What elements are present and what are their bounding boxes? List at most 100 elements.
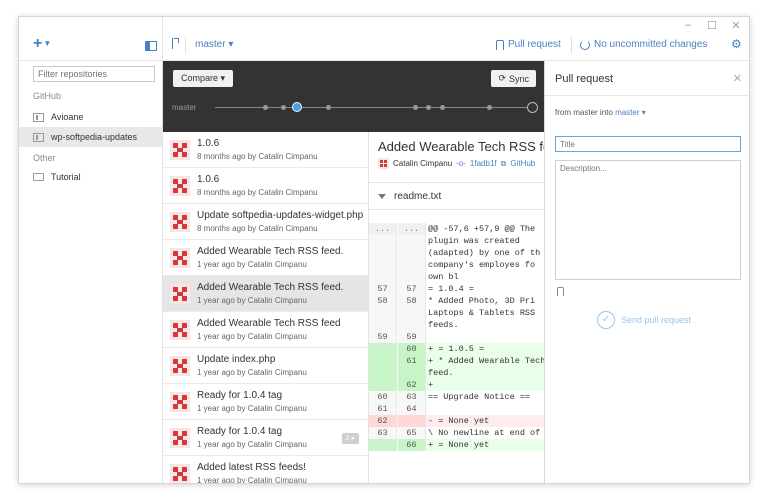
commit-row[interactable]: Ready for 1.0.4 tag 1 year ago by Catali… <box>163 384 368 420</box>
commit-row[interactable]: Update index.php 1 year ago by Catalin C… <box>163 348 368 384</box>
commit-meta: 1 year ago by Catalin Cimpanu <box>197 404 307 413</box>
commit-row-selected[interactable]: Added Wearable Tech RSS feed. 1 year ago… <box>163 276 368 312</box>
divider <box>571 37 572 53</box>
old-line-number <box>369 367 397 379</box>
repo-name: Avioane <box>51 112 84 122</box>
repo-icon <box>33 132 44 142</box>
avatar <box>170 392 190 412</box>
code-text: plugin was created <box>428 236 520 246</box>
repo-item-avioane[interactable]: Avioane <box>19 107 162 127</box>
file-header[interactable]: readme.txt <box>369 182 544 210</box>
new-line-number <box>398 367 426 379</box>
commit-title: 1.0.6 <box>197 138 220 149</box>
filter-repositories-input[interactable] <box>33 66 155 82</box>
toggle-sidebar-icon[interactable] <box>145 41 157 51</box>
repo-item-wp-softpedia-updates[interactable]: wp-softpedia-updates <box>19 127 162 147</box>
timeline-dot[interactable] <box>263 105 268 110</box>
code-text: - = None yet <box>428 416 490 426</box>
old-line-number: 63 <box>369 427 397 439</box>
top-toolbar: master ▾ Pull request No uncommitted cha… <box>163 17 749 61</box>
code-text: == Upgrade Notice == <box>428 392 531 402</box>
diff-line-add: 62 + <box>369 379 544 391</box>
diff-line-add: 66 + = None yet <box>369 439 544 451</box>
diff-line-add: 60 + = 1.0.5 = <box>369 343 544 355</box>
commit-row[interactable]: 1.0.6 8 months ago by Catalin Cimpanu <box>163 168 368 204</box>
commit-row[interactable]: Added Wearable Tech RSS feed 1 year ago … <box>163 312 368 348</box>
diff-line-ctx: feeds. <box>369 319 544 331</box>
target-branch-selector[interactable]: master ▾ <box>615 108 646 117</box>
gear-icon[interactable]: ⚙ <box>731 37 742 51</box>
timeline-dot[interactable] <box>326 105 331 110</box>
commit-row[interactable]: 1.0.6 8 months ago by Catalin Cimpanu <box>163 132 368 168</box>
old-line-number: 60 <box>369 391 397 403</box>
from-label: from <box>555 108 571 117</box>
code-text: own bl <box>428 272 459 282</box>
repo-item-tutorial[interactable]: Tutorial <box>19 167 162 187</box>
avatar <box>170 140 190 160</box>
section-other: Other <box>33 153 56 163</box>
timeline-dot[interactable] <box>440 105 445 110</box>
commit-meta: 1 year ago by Catalin Cimpanu <box>197 476 307 484</box>
diff-line-del: 62 - = None yet <box>369 415 544 427</box>
add-repository-button[interactable]: +▼ <box>33 35 52 53</box>
plus-icon: + <box>33 35 43 53</box>
uncommitted-label: No uncommitted changes <box>594 39 708 50</box>
diff-line-ctx: 59 59 <box>369 331 544 343</box>
commit-row[interactable]: Update softpedia-updates-widget.php 8 mo… <box>163 204 368 240</box>
new-line-number: 65 <box>398 427 426 439</box>
code-text: Laptops & Tablets RSS <box>428 308 536 318</box>
new-line-number <box>398 235 426 247</box>
old-line-number <box>369 319 397 331</box>
diff-line-ctx: 60 63 == Upgrade Notice == <box>369 391 544 403</box>
commit-row[interactable]: Ready for 1.0.4 tag 1 year ago by Catali… <box>163 420 368 456</box>
avatar <box>170 248 190 268</box>
diff-line-ctx: (adapted) by one of th <box>369 247 544 259</box>
commit-meta: 1 year ago by Catalin Cimpanu <box>197 260 307 269</box>
compare-button[interactable]: Compare ▾ <box>173 70 234 87</box>
close-icon[interactable]: ✕ <box>733 72 742 85</box>
old-line-number <box>369 235 397 247</box>
diff-line-hunk: ...... @@ -57,6 +57,9 @@ The <box>369 223 544 235</box>
commit-title: Added Wearable Tech RSS feed <box>197 318 341 329</box>
old-line-number <box>369 439 397 451</box>
commit-row[interactable]: Added latest RSS feeds! 1 year ago by Ca… <box>163 456 368 484</box>
github-link[interactable]: GitHub <box>510 159 535 168</box>
send-pull-request-button[interactable]: ✓ Send pull request <box>597 311 691 329</box>
commit-meta: 1 year ago by Catalin Cimpanu <box>197 296 307 305</box>
diff-line-ctx: own bl <box>369 271 544 283</box>
pull-request-button[interactable]: Pull request <box>496 39 561 50</box>
uncommitted-changes-button[interactable]: No uncommitted changes <box>580 39 707 50</box>
from-branch: master <box>573 108 598 117</box>
commit-title: Added latest RSS feeds! <box>197 462 306 473</box>
pull-request-icon <box>557 287 564 296</box>
code-text: + <box>428 380 434 390</box>
commit-title: Update softpedia-updates-widget.php <box>197 210 364 221</box>
avatar <box>170 284 190 304</box>
pr-description-input[interactable] <box>555 160 741 280</box>
pull-request-label: Pull request <box>508 39 561 50</box>
repo-name: Tutorial <box>51 172 81 182</box>
commit-title: Added Wearable Tech RSS feed. <box>197 282 344 293</box>
app-window: – ☐ ✕ +▼ GitHub Avioane wp-softpedia-upd… <box>18 16 750 484</box>
into-label: into <box>599 108 613 117</box>
branch-selector[interactable]: master ▾ <box>195 39 233 50</box>
avatar <box>378 158 389 169</box>
expand-badge[interactable]: 2 ▸ <box>341 433 359 444</box>
old-line-number: 58 <box>369 295 397 307</box>
timeline-dot[interactable] <box>487 105 492 110</box>
old-line-number <box>369 271 397 283</box>
repo-icon <box>33 112 44 122</box>
commit-sha-link[interactable]: 1fadb1f <box>470 159 497 168</box>
caret-down-icon: ▼ <box>43 39 52 48</box>
commit-row[interactable]: Added Wearable Tech RSS feed. 1 year ago… <box>163 240 368 276</box>
timeline-dot[interactable] <box>413 105 418 110</box>
pr-title-input[interactable] <box>555 136 741 152</box>
commit-meta: 1 year ago by Catalin Cimpanu <box>197 332 307 341</box>
sync-button[interactable]: ⟳ Sync <box>491 70 536 87</box>
timeline-dot[interactable] <box>281 105 286 110</box>
timeline-dot[interactable] <box>426 105 431 110</box>
commit-title: Added Wearable Tech RSS feed. <box>197 246 344 257</box>
timeline-end-dot[interactable] <box>527 102 538 113</box>
commit-list: 1.0.6 8 months ago by Catalin Cimpanu 1.… <box>163 132 369 484</box>
timeline-dot-selected[interactable] <box>292 102 302 112</box>
